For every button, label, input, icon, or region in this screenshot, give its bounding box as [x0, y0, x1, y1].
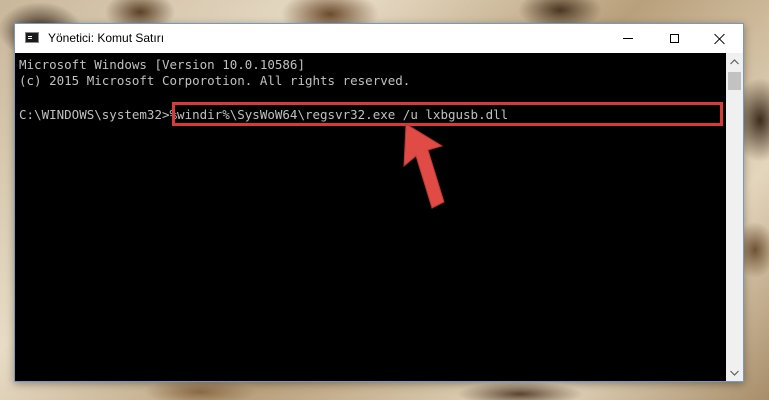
scroll-up-button[interactable]	[726, 53, 743, 70]
minimize-icon	[623, 38, 633, 39]
title-bar[interactable]: Yönetici: Komut Satırı	[15, 24, 743, 53]
maximize-icon	[669, 34, 679, 43]
console-line-copyright: (c) 2015 Microsoft Corporotion. All righ…	[19, 73, 411, 88]
red-arrow-icon	[403, 123, 445, 209]
cmd-icon	[25, 32, 39, 43]
chevron-down-icon	[730, 370, 739, 376]
window-title: Yönetici: Komut Satırı	[48, 31, 165, 45]
command-highlight-box	[172, 102, 723, 126]
cmd-window: Yönetici: Komut Satırı Microsoft Windows…	[14, 23, 744, 382]
minimize-button[interactable]	[605, 24, 651, 53]
maximize-button[interactable]	[651, 24, 697, 53]
scroll-thumb[interactable]	[728, 72, 741, 90]
close-button[interactable]	[697, 24, 743, 53]
console-line-version: Microsoft Windows [Version 10.0.10586]	[19, 57, 305, 72]
scroll-down-button[interactable]	[726, 364, 743, 381]
prompt-path: C:\WINDOWS\system32>	[19, 107, 170, 122]
console-output[interactable]: Microsoft Windows [Version 10.0.10586] (…	[15, 53, 726, 381]
chevron-up-icon	[730, 58, 739, 64]
vertical-scrollbar[interactable]	[726, 53, 743, 381]
close-icon	[714, 33, 726, 45]
